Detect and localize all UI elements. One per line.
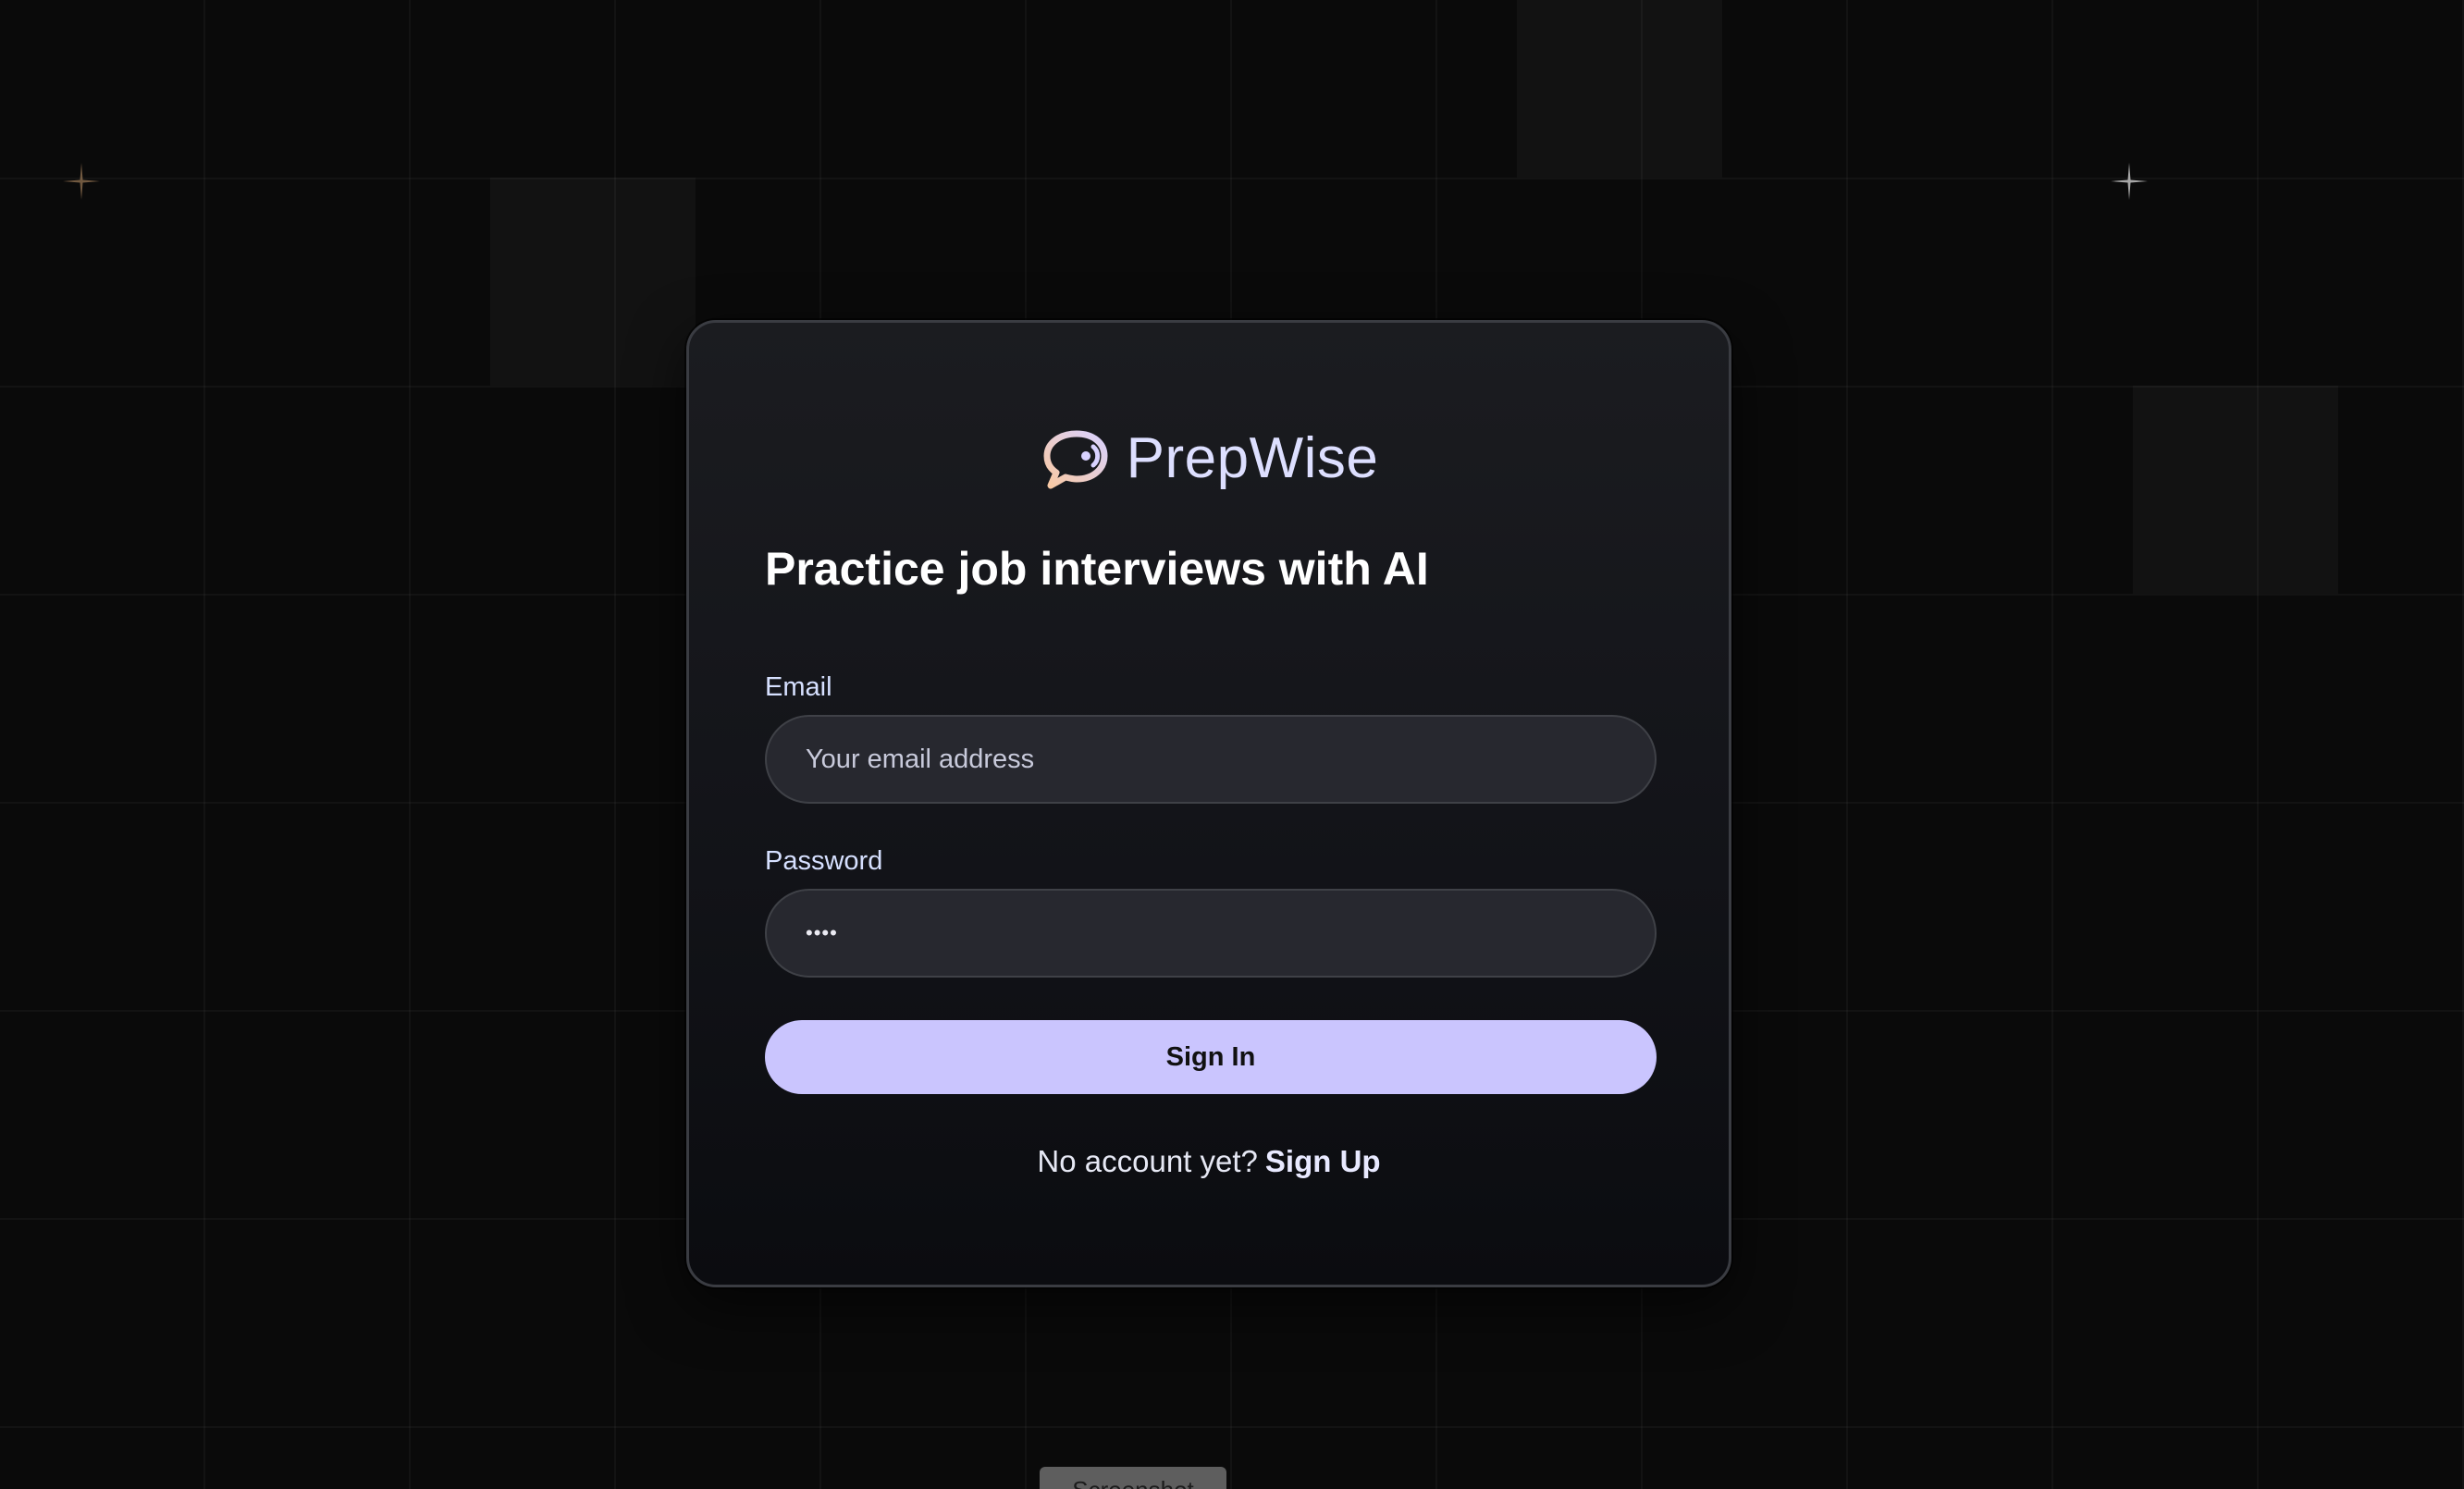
sparkle-icon bbox=[63, 163, 100, 200]
brand-name: PrepWise bbox=[1126, 426, 1379, 490]
signup-prompt: No account yet? Sign Up bbox=[689, 1146, 1729, 1176]
grid-tile bbox=[2133, 386, 2338, 594]
sign-in-button[interactable]: Sign In bbox=[765, 1020, 1657, 1094]
signup-prompt-text: No account yet? bbox=[1037, 1144, 1258, 1178]
auth-card: PrepWise Practice job interviews with AI… bbox=[686, 320, 1731, 1287]
grid-tile bbox=[490, 178, 696, 386]
sparkle-icon bbox=[2111, 163, 2148, 200]
brand: PrepWise bbox=[689, 426, 1729, 491]
sign-up-link[interactable]: Sign Up bbox=[1265, 1144, 1381, 1178]
email-label: Email bbox=[765, 672, 832, 702]
page-title: Practice job interviews with AI bbox=[765, 543, 1429, 595]
password-field[interactable] bbox=[765, 889, 1657, 978]
page-background: PrepWise Practice job interviews with AI… bbox=[0, 0, 2464, 1489]
email-field[interactable] bbox=[765, 715, 1657, 804]
chat-bubble-icon bbox=[1043, 430, 1108, 489]
password-label: Password bbox=[765, 846, 883, 876]
screenshot-button[interactable]: Screenshot bbox=[1040, 1467, 1226, 1489]
grid-tile bbox=[1517, 0, 1722, 178]
